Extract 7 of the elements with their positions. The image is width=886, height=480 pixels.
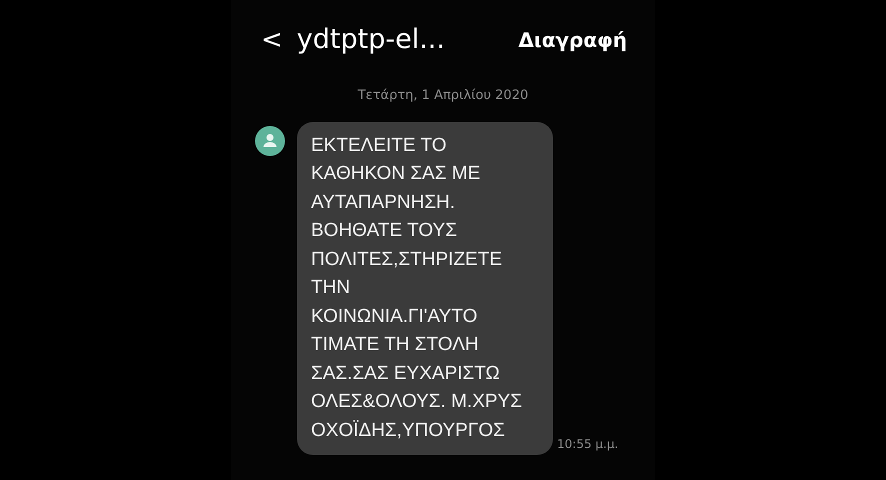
date-label: Τετάρτη, 1 Απριλίου 2020 [358,87,528,105]
avatar-icon [255,126,285,156]
message-text: ΕΚΤΕΛΕΙΤΕ ΤΟ ΚΑΘΗΚΟΝ ΣΑΣ ΜΕ ΑΥΤΑΠΑΡΝΗΣΗ. ΒΟΗΘΑΤΕ ΤΟΥΣ ΠΟΛΙΤΕΣ,ΣΤΗΡΙΖΕΤΕ ΤΗΝ ΚΟΙΝΩΝΙΑ.ΓΙ'ΑΥΤΟ ΤΙΜΑΤΕ ΤΗ ΣΤΟΛΗ ΣΑΣ.ΣΑΣ ΕΥΧΑΡΙΣΤΩ ΟΛΕΣ&ΟΛΟΥΣ. Μ.ΧΡΥΣ ΟΧΟΪΔΗΣ,ΥΠΟΥΡΓΟΣ [297,122,553,455]
delete-button[interactable]: Διαγραφή [518,25,627,55]
conversation-title: ydtptp-el... [296,22,446,57]
message-time: 10:55 μ.μ. [557,436,618,453]
back-button[interactable]: < [261,27,283,53]
